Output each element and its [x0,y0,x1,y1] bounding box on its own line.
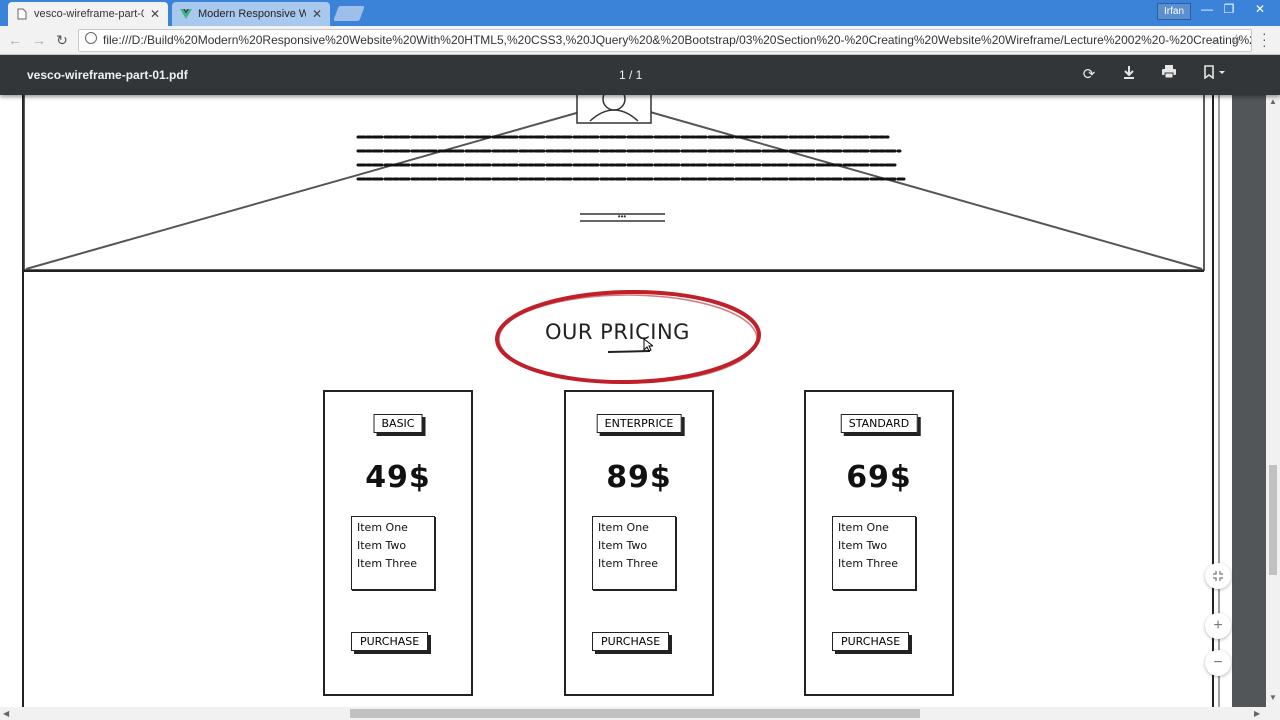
download-icon[interactable] [1119,65,1139,83]
minimize-icon[interactable]: — [1195,2,1219,18]
purchase-button: PURCHASE [832,632,910,651]
profile-button[interactable]: Irfan [1157,3,1192,20]
scroll-right-icon[interactable]: ▶ [1254,709,1260,718]
pdf-page: ••• OUR PRICING BASIC 49$ Item One Item … [0,95,1232,707]
close-window-icon[interactable]: ✕ [1245,2,1275,18]
document-icon [17,8,27,20]
vertical-scrollbar[interactable]: ▲ ▼ [1266,95,1280,707]
mouse-cursor-icon [643,338,653,352]
bookmark-menu-icon[interactable] [1200,65,1230,83]
purchase-button: PURCHASE [351,632,429,651]
scroll-left-icon[interactable]: ◀ [3,709,9,718]
plan-price: 89$ [606,460,672,495]
pricing-card-enterprice: ENTERPRICE 89$ Item One Item Two Item Th… [564,390,714,696]
zoom-magnifier-icon[interactable]: ⌕ [1212,32,1219,47]
list-item: Item Three [838,557,899,570]
tab-strip: vesco-wireframe-part-01. ✕ Modern Respon… [0,0,1280,26]
address-bar[interactable]: file:///D:/Build%20Modern%20Responsive%2… [78,29,1252,52]
back-icon[interactable]: ← [6,31,24,49]
plan-item-list: Item One Item Two Item Three [592,516,676,590]
tab-pdf[interactable]: vesco-wireframe-part-01. ✕ [8,2,168,26]
pricing-card-basic: BASIC 49$ Item One Item Two Item Three P… [323,390,473,696]
browser-toolbar: ← → ↻ file:///D:/Build%20Modern%20Respon… [0,26,1280,55]
plan-name: STANDARD [840,414,918,433]
print-icon[interactable] [1159,65,1179,83]
bookmark-star-icon[interactable]: ☆ [1231,32,1242,46]
scroll-down-icon[interactable]: ▼ [1269,693,1277,702]
rotate-icon[interactable]: ⟳ [1079,65,1099,83]
horizontal-scroll-thumb[interactable] [350,709,920,718]
plan-item-list: Item One Item Two Item Three [832,516,916,590]
zoom-out-icon[interactable]: − [1205,650,1231,676]
horizontal-scrollbar[interactable]: ◀ ▶ [0,707,1266,720]
list-item: Item Three [357,557,418,570]
tab-title: vesco-wireframe-part-01. [34,8,144,20]
zoom-in-icon[interactable]: + [1205,613,1231,639]
list-item: Item Three [598,557,659,570]
scroll-up-icon[interactable]: ▲ [1269,97,1277,106]
pdf-filename: vesco-wireframe-part-01.pdf [27,68,188,82]
plan-price: 49$ [365,460,431,495]
purchase-button: PURCHASE [592,632,670,651]
plan-price: 69$ [846,460,912,495]
page-info-icon[interactable] [85,32,97,44]
plan-name: BASIC [373,414,423,433]
list-item: Item One [598,521,649,534]
list-item: Item One [838,521,889,534]
plan-item-list: Item One Item Two Item Three [351,516,435,590]
list-item: Item One [357,521,408,534]
pricing-card-standard: STANDARD 69$ Item One Item Two Item Thre… [804,390,954,696]
list-item: Item Two [838,539,888,552]
close-tab-icon[interactable]: ✕ [150,7,160,21]
svg-text:•••: ••• [618,212,627,221]
forward-icon[interactable]: → [30,31,48,49]
page-indicator: 1 / 1 [619,68,643,82]
pdf-toolbar: vesco-wireframe-part-01.pdf 1 / 1 ⟳ [0,55,1280,95]
pdf-viewport[interactable]: ••• OUR PRICING BASIC 49$ Item One Item … [0,95,1266,707]
new-tab-button[interactable] [333,6,365,21]
maximize-icon[interactable]: ❐ [1217,2,1241,18]
close-tab-icon[interactable]: ✕ [312,7,322,21]
reload-icon[interactable]: ↻ [53,31,71,49]
fit-icon[interactable] [1205,563,1231,589]
list-item: Item Two [357,539,407,552]
chrome-menu-icon[interactable]: · · · [1262,26,1267,52]
tab-modern-responsive[interactable]: Modern Responsive Web ✕ [172,2,330,26]
vue-logo-icon [180,9,192,19]
plan-name: ENTERPRICE [596,414,682,433]
section-title: OUR PRICING [545,320,690,344]
tab-title: Modern Responsive Web [198,8,306,20]
vertical-scroll-thumb[interactable] [1269,465,1277,575]
list-item: Item Two [598,539,648,552]
